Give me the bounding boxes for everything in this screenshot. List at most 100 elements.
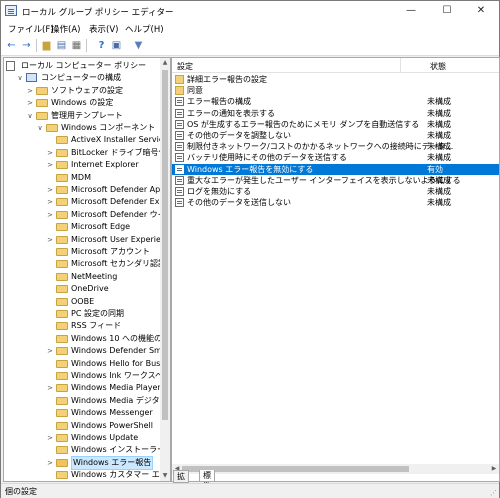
setting-state: 未構成 <box>427 187 451 196</box>
chevron-right-icon[interactable]: > <box>26 97 34 109</box>
tree-vertical-scrollbar[interactable]: ▲ ▼ <box>160 58 170 481</box>
folder-icon <box>56 322 68 331</box>
setting-name: エラー報告の構成 <box>187 97 251 107</box>
chevron-right-icon[interactable]: > <box>46 209 54 221</box>
chevron-right-icon[interactable]: > <box>46 345 54 357</box>
menu-view[interactable]: 表示(V) <box>89 23 118 35</box>
tab-extended[interactable]: 拡張 <box>173 470 189 492</box>
column-setting[interactable]: 設定 <box>177 61 193 72</box>
chevron-right-icon[interactable]: > <box>46 147 54 159</box>
list-horizontal-scrollbar[interactable]: ◀ ▶ <box>172 464 499 474</box>
folder-icon <box>56 434 68 442</box>
scroll-down-arrow-icon[interactable]: ▼ <box>160 471 170 481</box>
scroll-up-arrow-icon[interactable]: ▲ <box>160 58 170 68</box>
tree-item-label: BitLocker ドライブ暗号化 <box>71 147 167 157</box>
tree-item-label: Windows Media Player <box>71 383 161 393</box>
policy-row[interactable]: Windows エラー報告を無効にする 有効 <box>172 163 499 175</box>
menu-file[interactable]: ファイル(F) <box>8 23 54 35</box>
folder-icon <box>56 285 68 294</box>
policy-row[interactable]: エラーの通知を表示する 未構成 <box>172 108 499 119</box>
tree-item-label: Microsoft User Experienc <box>71 234 171 244</box>
extended-view-icon[interactable]: ▣ <box>110 39 123 52</box>
tree-item-label: Microsoft Edge <box>71 222 131 232</box>
chevron-right-icon[interactable]: > <box>46 234 54 246</box>
scroll-thumb[interactable] <box>162 70 168 420</box>
folder-icon <box>36 86 48 95</box>
folder-icon <box>56 161 68 170</box>
back-arrow-icon[interactable]: ← <box>5 39 18 52</box>
policy-row[interactable]: OS が生成するエラー報告のためにメモリ ダンプを自動送信する 未構成 <box>172 119 499 130</box>
policy-row[interactable]: その他のデータを調整しない 未構成 <box>172 130 499 141</box>
column-state[interactable]: 状態 <box>430 61 446 72</box>
filter-icon[interactable]: ▼ <box>132 39 145 52</box>
chevron-down-icon[interactable]: ∨ <box>16 72 24 84</box>
tree-item-label: Windows Update <box>71 433 139 442</box>
resize-grip-icon[interactable]: ⋰ <box>490 489 497 497</box>
list-folder-row[interactable]: 同意 <box>172 85 499 96</box>
folder-icon <box>56 310 68 318</box>
chevron-down-icon[interactable]: ∨ <box>26 110 34 122</box>
tree-item-label: MDM <box>71 172 91 182</box>
properties-icon[interactable]: ▦ <box>70 39 83 52</box>
minimize-button[interactable]: — <box>393 1 429 21</box>
folder-icon <box>56 173 68 182</box>
setting-name: 制限付きネットワーク/コストのかかるネットワークへの接続時にデータ... <box>187 142 454 152</box>
setting-state: 未構成 <box>427 175 451 185</box>
setting-name: ログを無効にする <box>187 187 252 196</box>
menu-action[interactable]: 操作(A) <box>51 23 80 35</box>
setting-state: 未構成 <box>427 97 451 107</box>
tree-item-label: Windows の設定 <box>51 98 114 108</box>
policy-row[interactable]: バッテリ使用時にその他のデータを送信する 未構成 <box>172 152 499 163</box>
help-icon[interactable]: ? <box>95 39 108 52</box>
policy-row[interactable]: ログを無効にする 未構成 <box>172 186 499 197</box>
title-bar[interactable]: ローカル グループ ポリシー エディター — ☐ ✕ <box>1 1 499 21</box>
setting-state: 未構成 <box>427 198 451 208</box>
policy-setting-icon <box>175 198 184 208</box>
chevron-right-icon[interactable]: > <box>46 159 54 171</box>
folder-icon <box>56 471 68 480</box>
policy-setting-icon <box>175 175 184 185</box>
list-folder-row[interactable]: 詳細エラー報告の設定 <box>172 74 499 85</box>
chevron-right-icon[interactable]: > <box>46 196 54 208</box>
up-folder-icon[interactable]: ▆ <box>40 39 53 52</box>
chevron-down-icon[interactable]: ∨ <box>36 122 44 134</box>
close-button[interactable]: ✕ <box>463 1 499 21</box>
tree-item-label: Microsoft セカンダリ認証 <box>71 259 166 269</box>
policy-row[interactable]: 制限付きネットワーク/コストのかかるネットワークへの接続時にデータ... 未構成 <box>172 141 499 152</box>
setting-name: 詳細エラー報告の設定 <box>187 75 267 84</box>
setting-name: その他のデータを送信しない <box>187 198 291 208</box>
tree-item-label: OneDrive <box>71 284 109 294</box>
tab-standard[interactable]: 標準 <box>199 470 215 491</box>
hscroll-thumb[interactable] <box>182 466 409 472</box>
setting-state: 未構成 <box>427 142 451 152</box>
tree-item-label: 管理用テンプレート <box>51 110 123 120</box>
chevron-right-icon[interactable]: > <box>26 85 34 97</box>
maximize-button[interactable]: ☐ <box>429 1 465 21</box>
folder-icon <box>56 359 68 368</box>
show-hide-tree-icon[interactable]: ▤ <box>55 39 68 52</box>
policy-document-icon <box>6 61 15 71</box>
policy-row[interactable]: エラー報告の構成 未構成 <box>172 96 499 107</box>
folder-icon <box>46 124 58 132</box>
policy-row[interactable]: その他のデータを送信しない 未構成 <box>172 197 499 208</box>
tree-item-label: Windows Defender Smar <box>71 346 171 356</box>
scroll-right-arrow-icon[interactable]: ▶ <box>489 464 499 474</box>
chevron-right-icon[interactable]: > <box>46 457 54 469</box>
folder-icon <box>56 186 68 194</box>
folder-icon <box>56 421 68 430</box>
setting-name: その他のデータを調整しない <box>187 131 291 140</box>
forward-arrow-icon[interactable]: → <box>20 39 33 52</box>
tree-item-label: Windows Hello for Busin <box>71 358 168 368</box>
tree-item-label: ソフトウェアの設定 <box>51 85 123 95</box>
policy-row[interactable]: 重大なエラーが発生したユーザー インターフェイスを表示しないようにする 未構成 <box>172 175 499 186</box>
setting-state: 未構成 <box>427 131 451 140</box>
chevron-right-icon[interactable]: > <box>46 382 54 394</box>
tree-item-label: Microsoft アカウント <box>71 247 150 256</box>
tree-item-label: RSS フィード <box>71 321 122 331</box>
console-tree[interactable]: ローカル コンピューター ポリシー ∨ コンピューターの構成 > ソフトウェアの設定 > W… <box>3 57 171 482</box>
chevron-right-icon[interactable]: > <box>46 184 54 196</box>
folder-icon <box>56 260 68 269</box>
settings-list[interactable]: 設定 状態 詳細エラー報告の設定 同意 エラー報告の構成 未構成 エラーの通知を表示する… <box>171 57 500 482</box>
menu-help[interactable]: ヘルプ(H) <box>125 23 164 35</box>
chevron-right-icon[interactable]: > <box>46 432 54 444</box>
